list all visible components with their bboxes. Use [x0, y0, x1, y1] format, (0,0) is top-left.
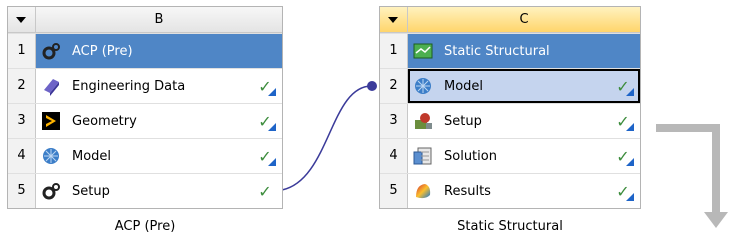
- model-cube-icon: [412, 75, 434, 97]
- model-cube-icon: [40, 145, 62, 167]
- corner-triangle-icon[interactable]: [268, 158, 276, 166]
- results-icon: [412, 180, 434, 202]
- system-b-row-4[interactable]: 4 Model ✓: [8, 138, 282, 173]
- row-number: 2: [8, 69, 36, 103]
- system-b-row-3[interactable]: 3 Geometry ✓: [8, 103, 282, 138]
- system-c-menu-dropdown[interactable]: [380, 7, 408, 32]
- system-b-header: B: [8, 7, 282, 33]
- gears-icon: [40, 180, 62, 202]
- cell-label: Model: [444, 78, 484, 94]
- cell-label: ACP (Pre): [72, 43, 133, 59]
- system-c-row-5[interactable]: 5 Results ✓: [380, 173, 640, 208]
- corner-triangle-icon[interactable]: [626, 193, 634, 201]
- system-c-row-1[interactable]: 1 Static Structural: [380, 33, 640, 68]
- row-number: 4: [380, 139, 408, 173]
- flow-arrow-head: [704, 212, 728, 228]
- column-label: C: [519, 12, 529, 27]
- check-icon: ✓: [258, 181, 272, 201]
- static-structural-icon: [412, 40, 434, 62]
- cell-label: Solution: [444, 148, 497, 164]
- system-c-row-3[interactable]: 3 Setup ✓: [380, 103, 640, 138]
- cell-label: Engineering Data: [72, 78, 186, 94]
- cell-label: Static Structural: [444, 43, 550, 59]
- cell-label: Results: [444, 183, 491, 199]
- corner-triangle-icon[interactable]: [626, 123, 634, 131]
- flow-arrow-icon: [656, 124, 720, 212]
- row-number: 1: [380, 34, 408, 68]
- corner-triangle-icon[interactable]: [268, 88, 276, 96]
- row-number: 1: [8, 34, 36, 68]
- setup-icon: [412, 110, 434, 132]
- model-link-dot: [367, 81, 377, 91]
- system-c-row-2[interactable]: 2 Model ✓: [380, 68, 640, 103]
- system-c: C 1 Static Structural 2 Model ✓ 3 Setup …: [379, 6, 641, 234]
- system-b-table: B 1 ACP (Pre) 2 Engineering Data ✓ 3 Geo…: [7, 6, 283, 209]
- system-b-caption[interactable]: ACP (Pre): [7, 219, 283, 234]
- row-number: 3: [380, 104, 408, 138]
- gears-icon: [40, 40, 62, 62]
- corner-triangle-icon[interactable]: [626, 158, 634, 166]
- model-link-connector[interactable]: [281, 85, 373, 191]
- system-b-row-2[interactable]: 2 Engineering Data ✓: [8, 68, 282, 103]
- row-number: 3: [8, 104, 36, 138]
- row-number: 4: [8, 139, 36, 173]
- column-label: B: [154, 12, 164, 27]
- cell-label: Geometry: [72, 113, 137, 129]
- corner-triangle-icon[interactable]: [268, 123, 276, 131]
- cell-label: Setup: [72, 183, 110, 199]
- system-c-row-4[interactable]: 4 Solution ✓: [380, 138, 640, 173]
- system-c-caption[interactable]: Static Structural: [379, 219, 641, 234]
- geometry-icon: [40, 110, 62, 132]
- row-number: 2: [380, 69, 408, 103]
- cell-label: Setup: [444, 113, 482, 129]
- solution-icon: [412, 145, 434, 167]
- system-c-table: C 1 Static Structural 2 Model ✓ 3 Setup …: [379, 6, 641, 209]
- book-icon: [40, 75, 62, 97]
- system-b-row-1[interactable]: 1 ACP (Pre): [8, 33, 282, 68]
- system-b-menu-dropdown[interactable]: [8, 7, 36, 32]
- system-c-header: C: [380, 7, 640, 33]
- system-b: B 1 ACP (Pre) 2 Engineering Data ✓ 3 Geo…: [7, 6, 283, 234]
- row-number: 5: [8, 174, 36, 208]
- row-number: 5: [380, 174, 408, 208]
- corner-triangle-icon[interactable]: [626, 88, 634, 96]
- system-b-row-5[interactable]: 5 Setup ✓: [8, 173, 282, 208]
- cell-label: Model: [72, 148, 112, 164]
